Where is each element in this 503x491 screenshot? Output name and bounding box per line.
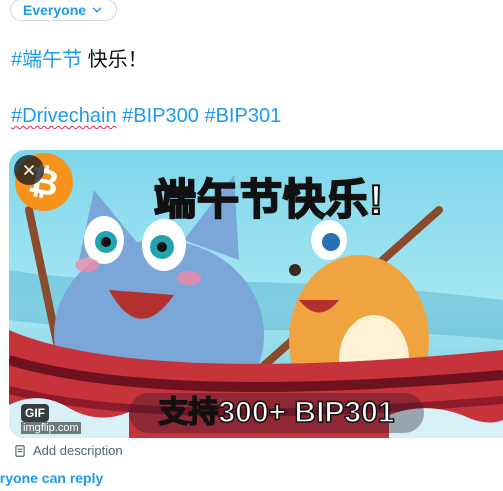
gif-caption-top: 端午节快乐! — [153, 175, 384, 224]
audience-label: Everyone — [23, 2, 87, 18]
reply-setting-button[interactable]: eryone can reply — [0, 470, 103, 486]
close-icon — [24, 165, 34, 175]
hashtag-bip300[interactable]: #BIP300 — [122, 105, 199, 127]
greeting-text: 快乐！ — [82, 49, 148, 71]
remove-media-button[interactable] — [14, 155, 44, 185]
gif-watermark: imgflip.com — [21, 422, 81, 434]
hashtag-drivechain[interactable]: #Drivechain — [11, 105, 117, 127]
tweet-text-line-1[interactable]: #端午节 快乐！ — [11, 48, 148, 72]
chevron-down-icon — [92, 7, 102, 13]
document-icon — [15, 444, 25, 457]
hashtag-dragon-boat[interactable]: #端午节 — [11, 49, 82, 71]
add-description-button[interactable]: Add description — [13, 443, 123, 458]
hashtag-bip301[interactable]: #BIP301 — [204, 105, 281, 127]
add-description-label: Add description — [33, 443, 123, 458]
tweet-text-line-2[interactable]: #Drivechain #BIP300 #BIP301 — [11, 104, 281, 128]
gif-attachment[interactable]: ₿ 端午节快乐! 支持300+ BIP301 GIF imgflip.com — [9, 150, 503, 438]
gif-badge: GIF — [21, 404, 49, 422]
audience-selector[interactable]: Everyone — [10, 0, 118, 21]
gif-caption-bottom: 支持300+ BIP301 — [129, 393, 424, 433]
